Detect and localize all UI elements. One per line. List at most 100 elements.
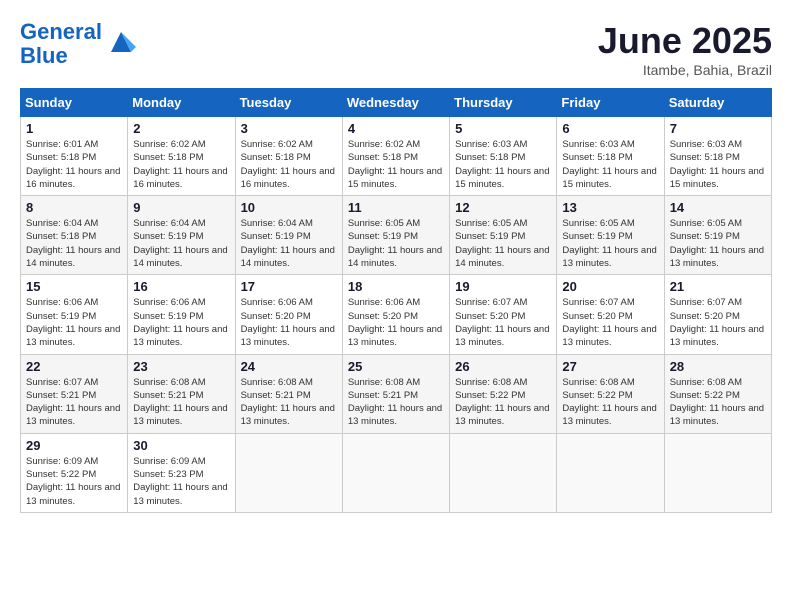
day-number: 23: [133, 359, 229, 374]
day-info: Sunrise: 6:08 AM Sunset: 5:21 PM Dayligh…: [348, 376, 444, 429]
day-info: Sunrise: 6:07 AM Sunset: 5:20 PM Dayligh…: [455, 296, 551, 349]
day-cell-15: 15 Sunrise: 6:06 AM Sunset: 5:19 PM Dayli…: [21, 275, 128, 354]
day-cell-23: 23 Sunrise: 6:08 AM Sunset: 5:21 PM Dayli…: [128, 354, 235, 433]
day-number: 24: [241, 359, 337, 374]
day-info: Sunrise: 6:08 AM Sunset: 5:22 PM Dayligh…: [562, 376, 658, 429]
day-cell-8: 8Sunrise: 6:04 AM Sunset: 5:18 PM Daylig…: [21, 196, 128, 275]
day-cell-14: 14 Sunrise: 6:05 AM Sunset: 5:19 PM Dayli…: [664, 196, 771, 275]
week-row-2: 8Sunrise: 6:04 AM Sunset: 5:18 PM Daylig…: [21, 196, 772, 275]
day-info: Sunrise: 6:07 AM Sunset: 5:20 PM Dayligh…: [562, 296, 658, 349]
day-cell-10: 10 Sunrise: 6:04 AM Sunset: 5:19 PM Dayli…: [235, 196, 342, 275]
day-cell-6: 6Sunrise: 6:03 AM Sunset: 5:18 PM Daylig…: [557, 117, 664, 196]
day-number: 30: [133, 438, 229, 453]
day-cell-11: 11 Sunrise: 6:05 AM Sunset: 5:19 PM Dayli…: [342, 196, 449, 275]
day-cell-12: 12 Sunrise: 6:05 AM Sunset: 5:19 PM Dayli…: [450, 196, 557, 275]
day-info: Sunrise: 6:08 AM Sunset: 5:22 PM Dayligh…: [455, 376, 551, 429]
col-header-sunday: Sunday: [21, 89, 128, 117]
day-cell-17: 17 Sunrise: 6:06 AM Sunset: 5:20 PM Dayli…: [235, 275, 342, 354]
day-cell-19: 19Sunrise: 6:07 AM Sunset: 5:20 PM Dayli…: [450, 275, 557, 354]
day-cell-25: 25 Sunrise: 6:08 AM Sunset: 5:21 PM Dayli…: [342, 354, 449, 433]
week-row-5: 29Sunrise: 6:09 AM Sunset: 5:22 PM Dayli…: [21, 433, 772, 512]
col-header-tuesday: Tuesday: [235, 89, 342, 117]
day-number: 7: [670, 121, 766, 136]
day-number: 8: [26, 200, 122, 215]
day-cell-30: 30 Sunrise: 6:09 AM Sunset: 5:23 PM Dayli…: [128, 433, 235, 512]
day-cell-4: 4 Sunrise: 6:02 AM Sunset: 5:18 PM Daylig…: [342, 117, 449, 196]
day-cell-20: 20Sunrise: 6:07 AM Sunset: 5:20 PM Dayli…: [557, 275, 664, 354]
empty-cell: [664, 433, 771, 512]
day-cell-9: 9 Sunrise: 6:04 AM Sunset: 5:19 PM Daylig…: [128, 196, 235, 275]
logo-line1: General: [20, 19, 102, 44]
month-title: June 2025: [598, 20, 772, 62]
day-info: Sunrise: 6:06 AM Sunset: 5:19 PM Dayligh…: [26, 296, 122, 349]
day-info: Sunrise: 6:08 AM Sunset: 5:21 PM Dayligh…: [133, 376, 229, 429]
day-info: Sunrise: 6:05 AM Sunset: 5:19 PM Dayligh…: [670, 217, 766, 270]
logo-text: General Blue: [20, 20, 102, 68]
logo-line2: Blue: [20, 43, 68, 68]
col-header-wednesday: Wednesday: [342, 89, 449, 117]
day-number: 11: [348, 200, 444, 215]
day-cell-29: 29Sunrise: 6:09 AM Sunset: 5:22 PM Dayli…: [21, 433, 128, 512]
location: Itambe, Bahia, Brazil: [598, 62, 772, 78]
day-info: Sunrise: 6:06 AM Sunset: 5:20 PM Dayligh…: [348, 296, 444, 349]
day-info: Sunrise: 6:03 AM Sunset: 5:18 PM Dayligh…: [455, 138, 551, 191]
day-info: Sunrise: 6:02 AM Sunset: 5:18 PM Dayligh…: [241, 138, 337, 191]
day-info: Sunrise: 6:05 AM Sunset: 5:19 PM Dayligh…: [348, 217, 444, 270]
day-number: 18: [348, 279, 444, 294]
day-info: Sunrise: 6:05 AM Sunset: 5:19 PM Dayligh…: [455, 217, 551, 270]
col-header-thursday: Thursday: [450, 89, 557, 117]
day-cell-24: 24Sunrise: 6:08 AM Sunset: 5:21 PM Dayli…: [235, 354, 342, 433]
day-info: Sunrise: 6:05 AM Sunset: 5:19 PM Dayligh…: [562, 217, 658, 270]
day-number: 15: [26, 279, 122, 294]
day-info: Sunrise: 6:09 AM Sunset: 5:23 PM Dayligh…: [133, 455, 229, 508]
day-cell-16: 16 Sunrise: 6:06 AM Sunset: 5:19 PM Dayli…: [128, 275, 235, 354]
day-info: Sunrise: 6:02 AM Sunset: 5:18 PM Dayligh…: [348, 138, 444, 191]
day-number: 3: [241, 121, 337, 136]
day-info: Sunrise: 6:09 AM Sunset: 5:22 PM Dayligh…: [26, 455, 122, 508]
day-cell-5: 5 Sunrise: 6:03 AM Sunset: 5:18 PM Daylig…: [450, 117, 557, 196]
day-cell-3: 3 Sunrise: 6:02 AM Sunset: 5:18 PM Daylig…: [235, 117, 342, 196]
day-number: 17: [241, 279, 337, 294]
day-info: Sunrise: 6:03 AM Sunset: 5:18 PM Dayligh…: [670, 138, 766, 191]
day-info: Sunrise: 6:04 AM Sunset: 5:19 PM Dayligh…: [133, 217, 229, 270]
calendar: SundayMondayTuesdayWednesdayThursdayFrid…: [20, 88, 772, 513]
empty-cell: [557, 433, 664, 512]
day-cell-7: 7 Sunrise: 6:03 AM Sunset: 5:18 PM Daylig…: [664, 117, 771, 196]
empty-cell: [235, 433, 342, 512]
day-number: 4: [348, 121, 444, 136]
day-info: Sunrise: 6:04 AM Sunset: 5:19 PM Dayligh…: [241, 217, 337, 270]
day-number: 21: [670, 279, 766, 294]
col-header-monday: Monday: [128, 89, 235, 117]
day-number: 2: [133, 121, 229, 136]
logo: General Blue: [20, 20, 136, 68]
day-number: 25: [348, 359, 444, 374]
day-info: Sunrise: 6:06 AM Sunset: 5:19 PM Dayligh…: [133, 296, 229, 349]
header-row: SundayMondayTuesdayWednesdayThursdayFrid…: [21, 89, 772, 117]
day-number: 9: [133, 200, 229, 215]
day-number: 12: [455, 200, 551, 215]
day-cell-28: 28 Sunrise: 6:08 AM Sunset: 5:22 PM Dayli…: [664, 354, 771, 433]
day-number: 5: [455, 121, 551, 136]
day-number: 27: [562, 359, 658, 374]
day-cell-21: 21Sunrise: 6:07 AM Sunset: 5:20 PM Dayli…: [664, 275, 771, 354]
day-cell-13: 13Sunrise: 6:05 AM Sunset: 5:19 PM Dayli…: [557, 196, 664, 275]
week-row-3: 15 Sunrise: 6:06 AM Sunset: 5:19 PM Dayli…: [21, 275, 772, 354]
day-cell-22: 22 Sunrise: 6:07 AM Sunset: 5:21 PM Dayli…: [21, 354, 128, 433]
day-info: Sunrise: 6:01 AM Sunset: 5:18 PM Dayligh…: [26, 138, 122, 191]
day-info: Sunrise: 6:07 AM Sunset: 5:21 PM Dayligh…: [26, 376, 122, 429]
day-info: Sunrise: 6:06 AM Sunset: 5:20 PM Dayligh…: [241, 296, 337, 349]
day-number: 16: [133, 279, 229, 294]
day-number: 28: [670, 359, 766, 374]
day-info: Sunrise: 6:08 AM Sunset: 5:22 PM Dayligh…: [670, 376, 766, 429]
day-info: Sunrise: 6:03 AM Sunset: 5:18 PM Dayligh…: [562, 138, 658, 191]
week-row-1: 1Sunrise: 6:01 AM Sunset: 5:18 PM Daylig…: [21, 117, 772, 196]
empty-cell: [450, 433, 557, 512]
day-cell-2: 2Sunrise: 6:02 AM Sunset: 5:18 PM Daylig…: [128, 117, 235, 196]
col-header-saturday: Saturday: [664, 89, 771, 117]
day-number: 22: [26, 359, 122, 374]
day-cell-27: 27 Sunrise: 6:08 AM Sunset: 5:22 PM Dayli…: [557, 354, 664, 433]
day-number: 10: [241, 200, 337, 215]
day-cell-1: 1Sunrise: 6:01 AM Sunset: 5:18 PM Daylig…: [21, 117, 128, 196]
day-number: 14: [670, 200, 766, 215]
week-row-4: 22 Sunrise: 6:07 AM Sunset: 5:21 PM Dayli…: [21, 354, 772, 433]
